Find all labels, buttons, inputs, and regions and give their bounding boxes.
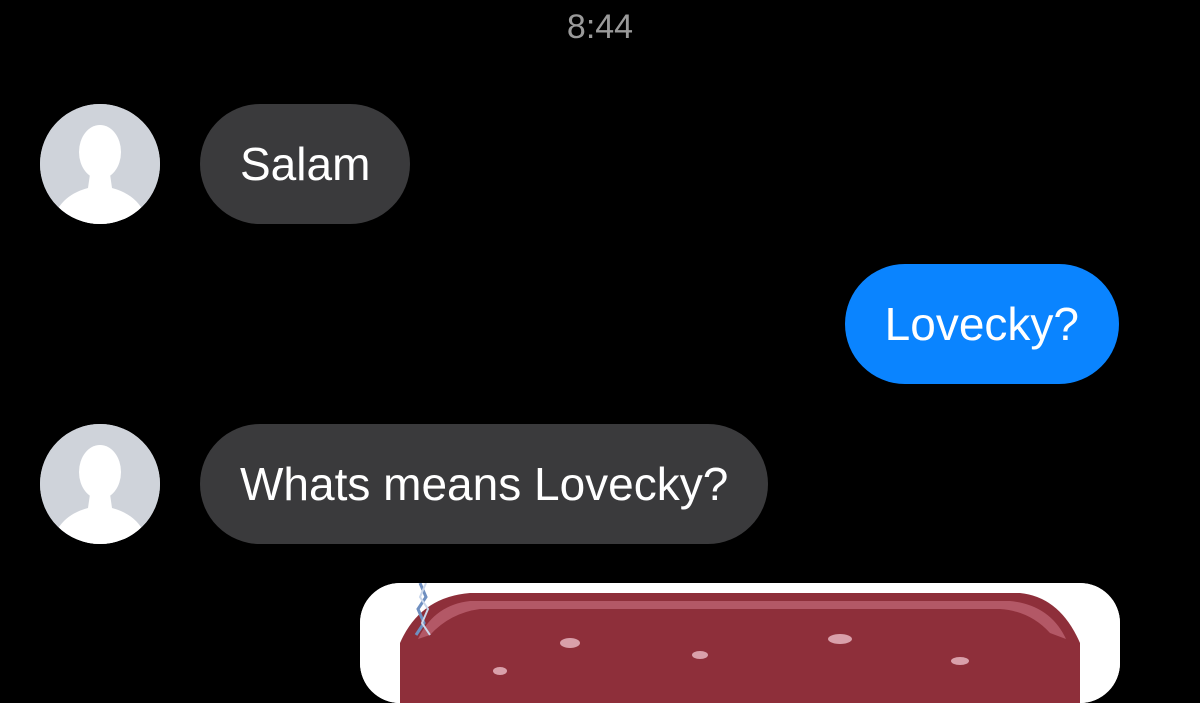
message-text: Salam [240, 138, 371, 190]
default-profile-silhouette-icon [40, 104, 160, 224]
outgoing-message-bubble[interactable]: Lovecky? [844, 264, 1119, 384]
incoming-message-bubble[interactable]: Whats means Lovecky? [200, 424, 769, 544]
message-text: Lovecky? [884, 298, 1079, 350]
image-attachment[interactable] [360, 583, 1120, 703]
contact-avatar[interactable] [40, 424, 160, 544]
incoming-message-bubble[interactable]: Salam [200, 104, 411, 224]
message-timestamp: 8:44 [566, 8, 634, 46]
default-profile-silhouette-icon [40, 424, 160, 544]
message-text: Whats means Lovecky? [240, 458, 729, 510]
sausage-photo [360, 583, 1120, 703]
contact-avatar[interactable] [40, 104, 160, 224]
